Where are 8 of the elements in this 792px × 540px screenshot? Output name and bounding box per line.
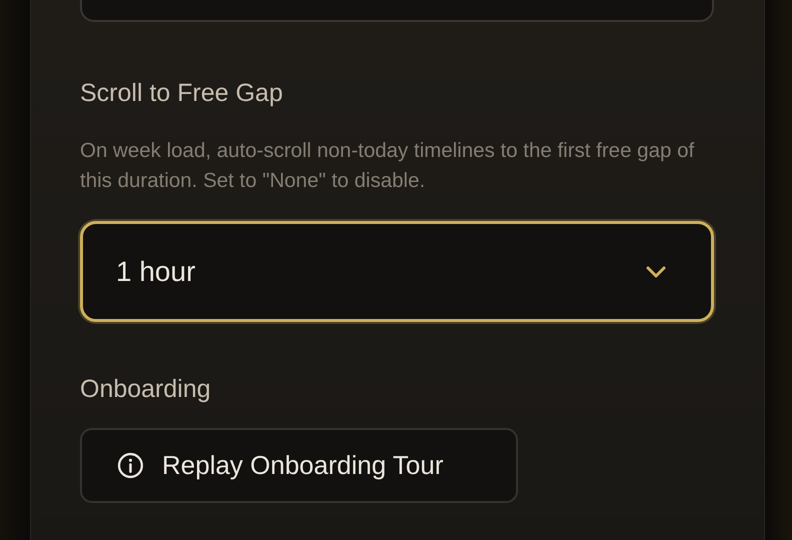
info-icon bbox=[117, 452, 144, 479]
section-title: Scroll to Free Gap bbox=[80, 78, 284, 108]
section-description: On week load, auto-scroll non-today timelines to the first free gap of this duration. Set to "None" to disable. bbox=[80, 138, 696, 194]
chevron-down-icon bbox=[645, 264, 667, 278]
section-title: Onboarding bbox=[80, 374, 212, 404]
replay-tour-button[interactable]: Replay Onboarding Tour bbox=[80, 428, 518, 503]
input-field[interactable] bbox=[80, 0, 714, 22]
duration-select[interactable]: 1 hour bbox=[80, 221, 714, 322]
